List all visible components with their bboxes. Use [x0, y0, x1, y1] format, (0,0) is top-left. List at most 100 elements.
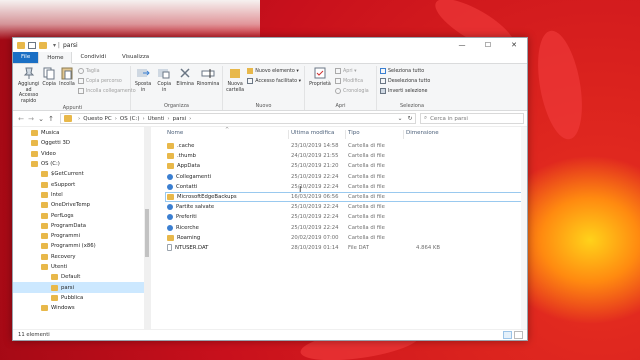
nav-item[interactable]: PerfLogs — [13, 210, 150, 220]
file-row[interactable]: MicrosoftEdgeBackups 16/03/2019 06:56 Cart… — [165, 191, 527, 203]
nav-item[interactable]: eSupport — [13, 179, 150, 189]
scissors-icon — [77, 68, 84, 74]
details-view-icon[interactable] — [503, 331, 512, 339]
customize-quick-access-icon[interactable]: ▾ | — [53, 42, 60, 49]
maximize-button[interactable]: ☐ — [475, 38, 501, 52]
tab-share[interactable]: Condividi — [72, 51, 114, 63]
breadcrumb-this-pc[interactable]: Questo PC — [83, 116, 112, 122]
close-button[interactable]: ✕ — [501, 38, 527, 52]
tab-file[interactable]: File — [13, 51, 39, 63]
column-header-size[interactable]: Dimensione — [404, 130, 444, 139]
group-label-new: Nuovo — [255, 103, 272, 109]
nav-item[interactable]: $GetCurrent — [13, 169, 150, 179]
file-row[interactable]: AppData 25/10/2019 21:20 Cartella di file — [165, 161, 527, 171]
file-name-cell: .cache — [165, 143, 289, 150]
file-row[interactable]: Contatti 25/10/2019 22:24 Cartella di file — [165, 182, 527, 192]
nav-item[interactable]: Windows — [13, 303, 150, 313]
pin-quick-access-button[interactable]: Aggiungi ad Accesso rapido — [18, 66, 39, 104]
file-row[interactable]: .thumb 24/10/2019 21:55 Cartella di file — [165, 151, 527, 161]
file-name: .cache — [177, 143, 195, 150]
history-button[interactable]: Cronologia — [335, 87, 369, 95]
copy-button[interactable]: Copia — [42, 66, 56, 104]
nav-item[interactable]: Programmi (x86) — [13, 241, 150, 251]
file-row[interactable]: Partite salvate 25/10/2019 22:24 Cartella … — [165, 202, 527, 212]
nav-item[interactable]: Default — [13, 272, 150, 282]
nav-item[interactable]: ProgramData — [13, 221, 150, 231]
file-list-scrollbar[interactable] — [521, 127, 527, 329]
special-folder-icon — [167, 183, 173, 190]
file-date: 25/10/2019 22:24 — [291, 204, 339, 211]
nav-item[interactable]: OneDriveTemp — [13, 200, 150, 210]
back-arrow-icon[interactable]: ← — [16, 115, 26, 123]
column-header-type[interactable]: Tipo — [346, 130, 404, 139]
properties-quick-icon[interactable] — [28, 41, 36, 49]
address-dropdown-icon[interactable]: ⌄ — [395, 115, 405, 122]
nav-item[interactable]: Programmi — [13, 231, 150, 241]
nav-item[interactable]: Intel — [13, 190, 150, 200]
new-item-button[interactable]: Nuovo elemento ▾ — [247, 67, 301, 75]
tab-view[interactable]: Visualizza — [114, 51, 157, 63]
column-header-date[interactable]: Ultima modifica — [289, 130, 346, 139]
group-label-clipboard: Appunti — [62, 105, 83, 111]
file-date: 28/10/2019 01:14 — [291, 244, 339, 251]
breadcrumb-users[interactable]: Utenti — [148, 116, 165, 122]
select-all-button[interactable]: Seleziona tutto — [380, 67, 430, 75]
forward-arrow-icon[interactable]: → — [26, 115, 36, 123]
copy-to-button[interactable]: Copia in — [155, 66, 173, 102]
new-folder-quick-icon[interactable] — [39, 41, 47, 49]
recent-locations-icon[interactable]: ⌄ — [36, 115, 46, 123]
folder-icon — [51, 294, 58, 301]
rename-button[interactable]: Rinomina — [197, 66, 219, 102]
select-none-label: Deseleziona tutto — [388, 78, 431, 84]
refresh-icon[interactable]: ↻ — [405, 115, 415, 122]
nav-item[interactable]: Oggetti 3D — [13, 138, 150, 148]
open-button[interactable]: Apri ▾ — [335, 67, 369, 75]
paste-button[interactable]: Incolla — [59, 66, 75, 104]
navigation-scrollbar[interactable] — [144, 127, 150, 329]
breadcrumb-drive[interactable]: OS (C:) — [120, 116, 140, 122]
file-type: Cartella di file — [348, 204, 385, 211]
delete-button[interactable]: Elimina — [176, 66, 194, 102]
invert-selection-button[interactable]: Inverti selezione — [380, 87, 430, 95]
nav-item[interactable]: Musica — [13, 128, 150, 138]
nav-item[interactable]: Utenti — [13, 262, 150, 272]
file-date: 25/10/2019 22:24 — [291, 183, 339, 190]
new-folder-button[interactable]: Nuova cartella — [226, 66, 244, 102]
nav-item[interactable]: OS (C:) — [13, 159, 150, 169]
breadcrumb-parsi[interactable]: parsi — [173, 116, 187, 122]
minimize-button[interactable]: — — [449, 38, 475, 52]
file-name: .thumb — [177, 153, 196, 160]
move-to-button[interactable]: Sposta in — [134, 66, 152, 102]
file-row[interactable]: Ricerche 25/10/2019 22:24 Cartella di file — [165, 223, 527, 233]
file-row[interactable]: Preferiti 25/10/2019 22:24 Cartella di fil… — [165, 212, 527, 222]
up-arrow-icon[interactable]: ↑ — [46, 115, 56, 123]
file-type: File DAT — [348, 244, 369, 251]
easy-access-button[interactable]: Accesso facilitato ▾ — [247, 77, 301, 85]
file-row[interactable]: Roaming 20/02/2019 07:00 Cartella di file — [165, 233, 527, 243]
select-none-button[interactable]: Deseleziona tutto — [380, 77, 430, 85]
copy-path-button[interactable]: Copia percorso — [77, 77, 136, 85]
edit-label: Modifica — [343, 78, 364, 84]
file-row[interactable]: Collegamenti 25/10/2019 22:24 Cartella di … — [165, 172, 527, 182]
properties-button[interactable]: Proprietà — [308, 66, 332, 102]
tab-home[interactable]: Home — [38, 51, 73, 64]
file-name: MicrosoftEdgeBackups — [177, 194, 237, 201]
edit-button[interactable]: Modifica — [335, 77, 369, 85]
file-name-cell: AppData — [165, 163, 289, 170]
nav-item[interactable]: Pubblica — [13, 293, 150, 303]
select-none-icon — [380, 78, 386, 84]
file-row[interactable]: NTUSER.DAT 28/10/2019 01:14 File DAT 4.864 … — [165, 243, 527, 253]
nav-item[interactable]: Recovery — [13, 252, 150, 262]
file-row[interactable]: .cache 23/10/2019 14:58 Cartella di file — [165, 141, 527, 151]
rename-icon — [201, 69, 215, 78]
nav-item-label: Programmi — [51, 233, 80, 240]
nav-item[interactable]: Video — [13, 149, 150, 159]
address-bar[interactable]: › Questo PC › OS (C:) › Utenti › parsi ›… — [60, 113, 416, 124]
cut-button[interactable]: Taglia — [77, 67, 136, 75]
navigation-scroll-thumb[interactable] — [145, 209, 149, 257]
search-input[interactable]: ⌕ Cerca in parsi — [420, 113, 524, 124]
paste-shortcut-button[interactable]: Incolla collegamento — [77, 87, 136, 95]
nav-item[interactable]: parsi — [13, 282, 150, 293]
large-icons-view-icon[interactable] — [514, 331, 523, 339]
history-icon — [335, 88, 341, 94]
